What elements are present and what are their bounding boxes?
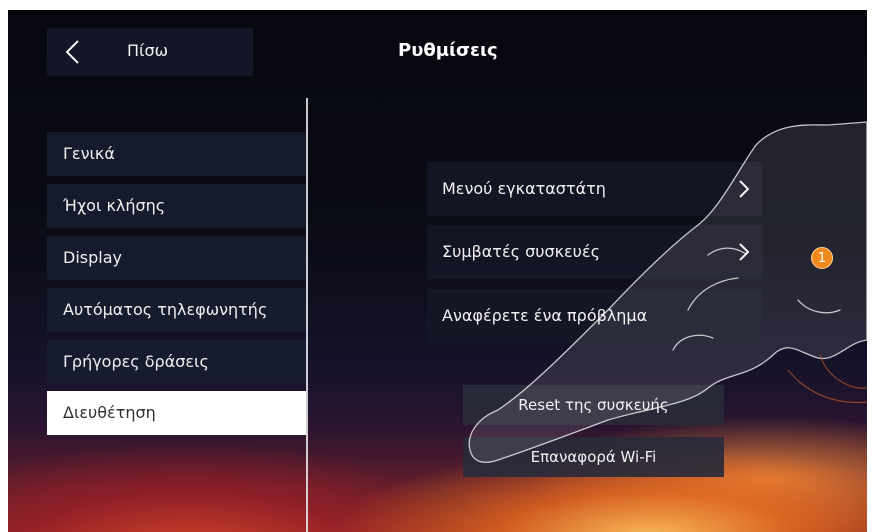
installer-menu-button[interactable]: Μενού εγκαταστάτη: [427, 162, 762, 216]
sidebar-item-configuration[interactable]: Διευθέτηση: [47, 391, 306, 435]
sidebar-item-display[interactable]: Display: [47, 236, 306, 280]
sidebar-item-general[interactable]: Γενικά: [47, 132, 306, 176]
step-badge: 1: [811, 247, 833, 269]
option-label: Μενού εγκαταστάτη: [442, 179, 606, 198]
compatible-devices-button[interactable]: Συμβατές συσκευές: [427, 225, 762, 279]
divider: [306, 98, 308, 532]
page-title: Ρυθμίσεις: [398, 40, 498, 61]
chevron-right-icon: [739, 243, 750, 261]
top-bar: Πίσω Ρυθμίσεις: [8, 10, 867, 98]
option-label: Αναφέρετε ένα πρόβλημα: [442, 306, 648, 325]
sidebar-item-quick-actions[interactable]: Γρήγορες δράσεις: [47, 340, 306, 384]
back-label: Πίσω: [127, 41, 168, 60]
back-button[interactable]: Πίσω: [47, 28, 253, 76]
chevron-right-icon: [739, 180, 750, 198]
reset-device-button[interactable]: Reset της συσκευής: [463, 385, 724, 425]
option-label: Συμβατές συσκευές: [442, 242, 600, 261]
chevron-left-icon: [65, 40, 79, 64]
sidebar-item-ringtones[interactable]: Ήχοι κλήσης: [47, 184, 306, 228]
device-screen: Πίσω Ρυθμίσεις Γενικά Ήχοι κλήσης Displa…: [8, 10, 867, 532]
report-problem-button[interactable]: Αναφέρετε ένα πρόβλημα: [427, 289, 762, 343]
reset-wifi-button[interactable]: Επαναφορά Wi-Fi: [463, 437, 724, 477]
sidebar-item-answering-machine[interactable]: Αυτόματος τηλεφωνητής: [47, 288, 306, 332]
